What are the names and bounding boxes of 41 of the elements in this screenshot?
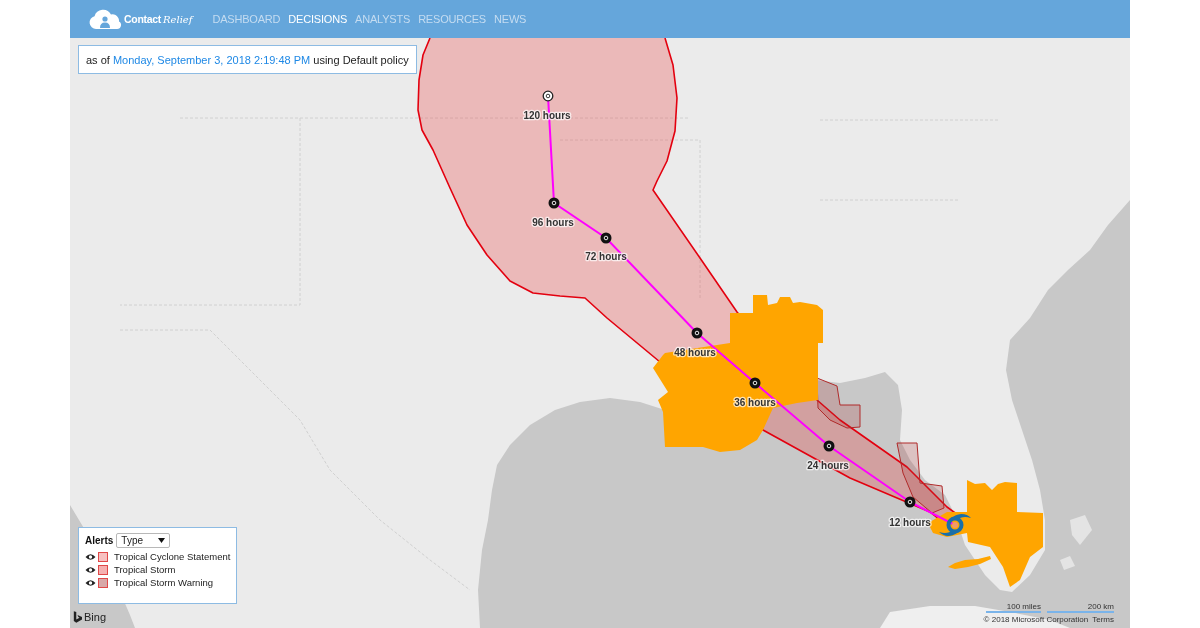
nav-tab[interactable]: ANALYSTS [355, 9, 411, 29]
storm-marker-icon [904, 496, 916, 508]
legend-label: Tropical Cyclone Statement [114, 551, 231, 562]
timestamp-link[interactable]: Monday, September 3, 2018 2:19:48 PM [112, 53, 311, 66]
eye-icon[interactable] [85, 578, 96, 587]
forecast-time-label: 36 hours [734, 396, 776, 408]
cloud-logo-icon [88, 8, 122, 30]
forecast-time-label: 96 hours [532, 216, 574, 228]
legend-title: Alerts [85, 535, 114, 546]
terms-link[interactable]: Terms [1092, 615, 1114, 624]
storm-marker-icon [548, 197, 560, 209]
copyright-text: © 2018 Microsoft Corporation [983, 615, 1089, 624]
island [1060, 556, 1075, 570]
as-of-text: as of Monday, September 3, 2018 2:19:48 PM using Default policy [86, 53, 409, 66]
bing-logo-icon [73, 611, 82, 623]
nav-tab[interactable]: RESOURCES [418, 9, 486, 29]
warning-zone [896, 442, 945, 514]
storm-marker-icon [823, 440, 835, 452]
scale-bar [986, 611, 1041, 613]
scale-label: 200 km [1087, 602, 1114, 611]
storm-marker-icon [749, 377, 761, 389]
map-provider-label: Bing [84, 611, 107, 623]
hurricane-icon [939, 514, 971, 536]
legend-label: Tropical Storm Warning [114, 577, 214, 588]
legend-label: Tropical Storm [114, 564, 176, 575]
storm-marker-icon [600, 232, 612, 244]
storm-marker-icon [691, 327, 703, 339]
caret-icon [158, 538, 166, 543]
eye-icon[interactable] [85, 565, 96, 574]
forecast-time-label: 12 hours [889, 516, 931, 528]
logo-link[interactable]: Contact Relief [88, 8, 193, 30]
nav-tab[interactable]: NEWS [494, 9, 527, 29]
nav-tab[interactable]: DECISIONS [288, 9, 348, 29]
warning-zone [816, 377, 861, 429]
scale-label: 100 miles [1006, 602, 1041, 611]
eye-icon[interactable] [85, 552, 96, 561]
type-dropdown[interactable]: Type [116, 533, 171, 548]
nav-tab[interactable]: DASHBOARD [212, 9, 281, 29]
scale-bar [1047, 611, 1114, 613]
depression-marker-icon [542, 90, 554, 102]
island [1070, 515, 1092, 545]
